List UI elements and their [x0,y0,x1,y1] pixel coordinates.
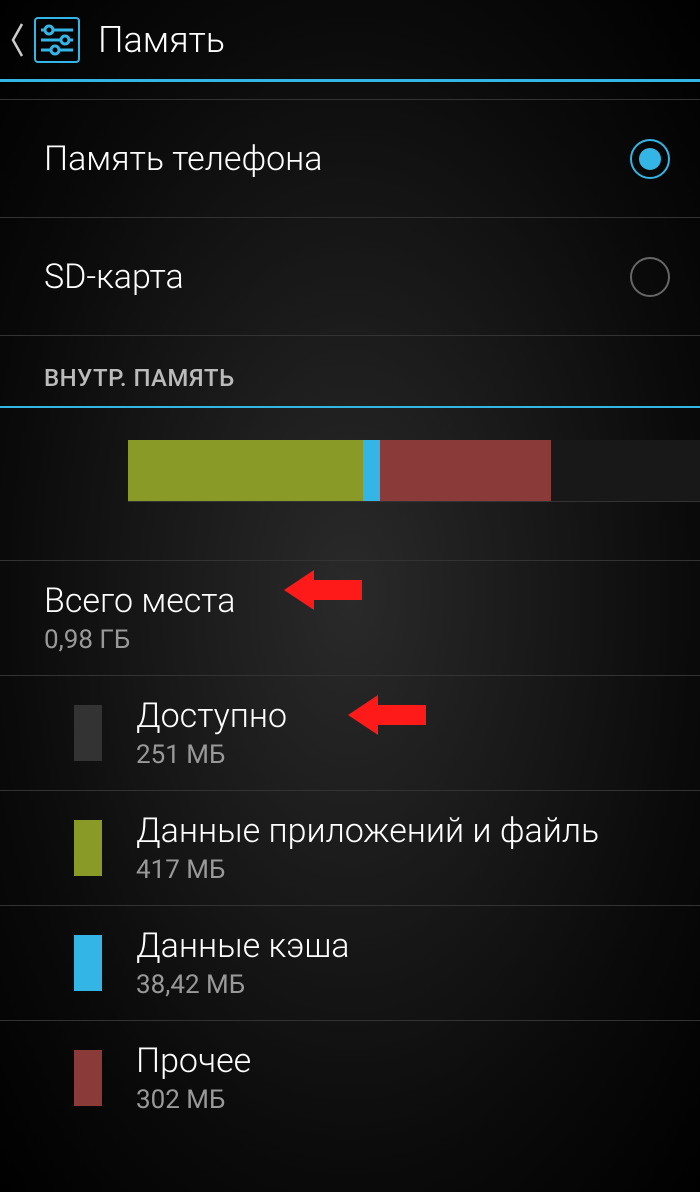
row-app-data[interactable]: Данные приложений и файль 417 МБ [0,791,700,906]
row-title: Данные кэша [136,926,350,966]
row-other[interactable]: Прочее 302 МБ [0,1021,700,1135]
row-subtitle: 38,42 МБ [136,970,350,1000]
content: Память телефона SD-карта ВНУТР. ПАМЯТЬ В… [0,82,700,1135]
radio-label: SD-карта [44,257,184,297]
row-total-space[interactable]: Всего места 0,98 ГБ [0,561,700,676]
storage-usage-bar [128,440,700,502]
bar-segment-free [551,440,700,501]
row-title: Прочее [136,1041,251,1081]
settings-sliders-icon[interactable] [28,11,86,69]
radio-label: Память телефона [44,139,323,179]
row-title: Доступно [136,696,287,736]
bar-segment-other [380,440,552,501]
swatch-apps [74,820,102,876]
swatch-cache [74,935,102,991]
radio-phone-memory[interactable]: Память телефона [0,100,700,218]
radio-indicator [630,257,670,297]
bar-segment-cache [363,440,380,501]
swatch-available [74,705,102,761]
back-icon[interactable] [8,22,26,58]
bar-segment-apps [128,440,363,501]
app-header: Память [0,0,700,82]
section-header-internal: ВНУТР. ПАМЯТЬ [0,336,700,408]
swatch-other [74,1050,102,1106]
truncated-row [0,82,700,100]
row-subtitle: 251 МБ [136,740,287,770]
row-cache-data[interactable]: Данные кэша 38,42 МБ [0,906,700,1021]
row-subtitle: 302 МБ [136,1085,251,1115]
row-available[interactable]: Доступно 251 МБ [0,676,700,791]
row-title: Данные приложений и файль [136,811,599,851]
row-subtitle: 0,98 ГБ [44,625,235,655]
row-subtitle: 417 МБ [136,855,599,885]
radio-sd-card[interactable]: SD-карта [0,218,700,336]
radio-indicator [630,139,670,179]
storage-bar-container [0,440,700,561]
page-title: Память [98,19,225,61]
row-title: Всего места [44,581,235,621]
